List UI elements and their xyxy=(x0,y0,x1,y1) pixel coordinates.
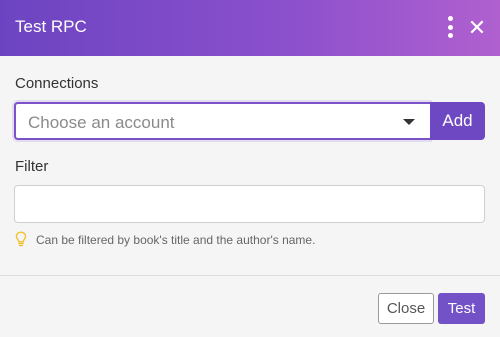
close-icon[interactable]: ✕ xyxy=(466,17,488,39)
connection-select[interactable]: Choose an account xyxy=(14,102,430,140)
more-vertical-icon[interactable] xyxy=(444,16,456,38)
test-button[interactable]: Test xyxy=(438,293,485,324)
filter-input[interactable] xyxy=(14,185,485,223)
connection-select-placeholder: Choose an account xyxy=(28,113,175,132)
filter-label: Filter xyxy=(15,158,49,175)
caret-down-icon xyxy=(403,119,415,125)
test-rpc-dialog: Test RPC ✕ Connections Choose an account… xyxy=(0,0,500,337)
filter-hint: Can be filtered by book's title and the … xyxy=(36,233,316,247)
footer-divider xyxy=(0,275,500,276)
dialog-header: Test RPC ✕ xyxy=(0,0,500,56)
lightbulb-icon xyxy=(15,231,27,247)
connections-label: Connections xyxy=(15,75,99,92)
dialog-title: Test RPC xyxy=(15,17,87,36)
close-button[interactable]: Close xyxy=(378,293,434,324)
add-connection-button[interactable]: Add xyxy=(430,102,485,140)
